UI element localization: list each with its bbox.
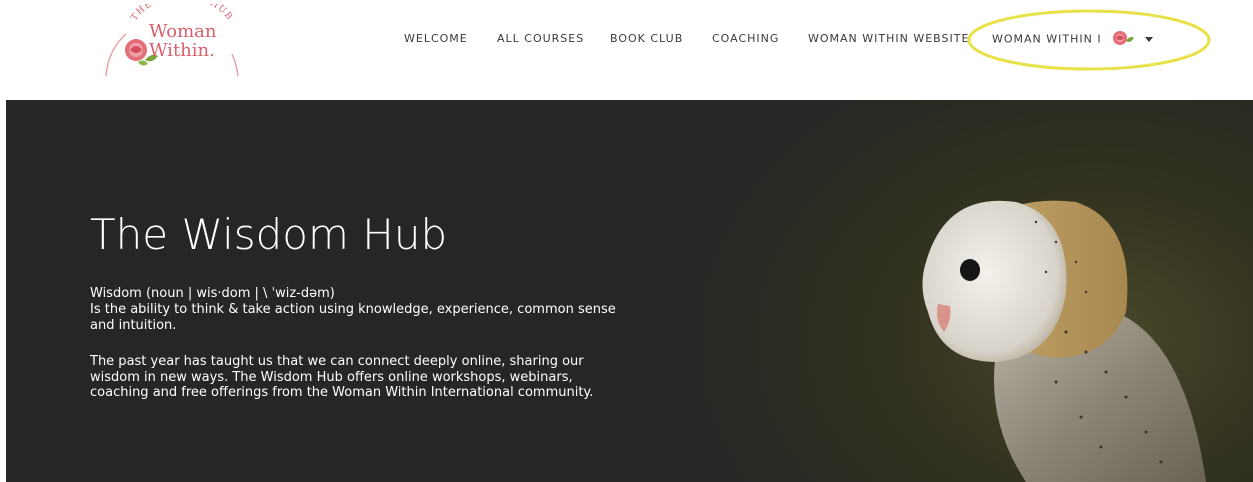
nav-welcome[interactable]: WELCOME	[404, 32, 468, 45]
nav-all-courses[interactable]: ALL COURSES	[497, 32, 584, 45]
hero-title: The Wisdom Hub	[90, 210, 448, 259]
svg-text:THE WISDOM HUB: THE WISDOM HUB	[130, 4, 235, 23]
site-logo[interactable]: THE WISDOM HUB Woman Within.	[92, 4, 252, 78]
barn-owl-image	[922, 200, 1206, 482]
hero-banner: The Wisdom Hub Wisdom (noun | wis·dom | …	[6, 100, 1253, 482]
nav-woman-within-website[interactable]: WOMAN WITHIN WEBSITE	[808, 32, 969, 45]
hero-definition-line2: Is the ability to think & take action us…	[90, 302, 616, 333]
site-header: THE WISDOM HUB Woman Within. WELCOME ALL…	[0, 0, 1253, 100]
highlight-annotation	[967, 9, 1211, 71]
nav-book-club[interactable]: BOOK CLUB	[610, 32, 683, 45]
nav-coaching[interactable]: COACHING	[712, 32, 779, 45]
hero-paragraph: The past year has taught us that we can …	[90, 354, 594, 400]
logo-line2: Within.	[149, 40, 215, 61]
logo-line1: Woman	[149, 21, 217, 42]
hero-definition-line1: Wisdom (noun | wis·dom | \ ˈwiz-dəm)	[90, 286, 335, 301]
logo-arc-text: THE WISDOM HUB	[130, 4, 234, 23]
